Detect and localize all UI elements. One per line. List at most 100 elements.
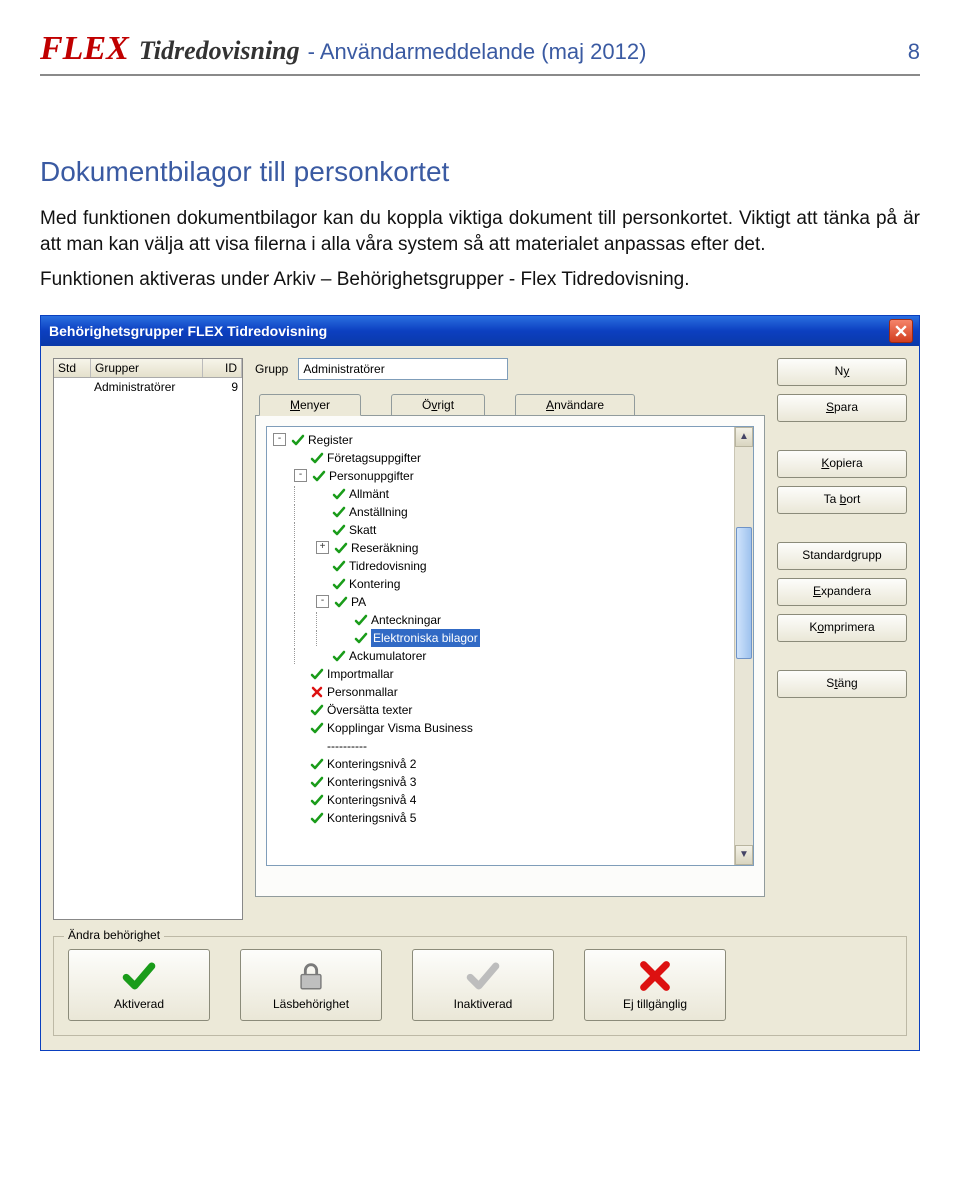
check-green-icon [310,775,324,789]
tree-label: Importmallar [327,665,394,683]
scroll-up-button[interactable]: ▲ [735,427,753,447]
tree-node[interactable]: -Register [273,431,753,449]
andra-behorighet-group: Ändra behörighet Aktiverad Läsbehörighet [53,936,907,1036]
grupp-field[interactable]: Administratörer [298,358,508,380]
inaktiverad-button[interactable]: Inaktiverad [412,949,554,1021]
tree-node[interactable]: Konteringsnivå 4 [273,791,753,809]
tree-node[interactable]: Konteringsnivå 5 [273,809,753,827]
tree-node[interactable]: Företagsuppgifter [273,449,753,467]
expander-icon[interactable]: - [273,433,286,446]
scroll-thumb[interactable] [736,527,752,659]
tree-label: Kontering [349,575,400,593]
tab-anvandare[interactable]: Användare [515,394,635,416]
window-title: Behörighetsgrupper FLEX Tidredovisning [49,323,327,339]
tree-node[interactable]: Anteckningar [273,611,753,629]
tree-label: Kopplingar Visma Business [327,719,473,737]
body-paragraph: Med funktionen dokumentbilagor kan du ko… [40,206,920,257]
tab-menyer[interactable]: Menyer [259,394,361,416]
check-green-icon [334,541,348,555]
tree-label: Anställning [349,503,408,521]
check-green-icon [310,757,324,771]
tree-node[interactable]: Ackumulatorer [273,647,753,665]
tabort-button[interactable]: Ta bort [777,486,907,514]
tree-label: Personmallar [327,683,398,701]
komprimera-button[interactable]: Komprimera [777,614,907,642]
check-green-icon [310,811,324,825]
tab-ovrigt[interactable]: Övrigt [391,394,485,416]
check-green-icon [334,595,348,609]
tree-node[interactable]: Elektroniska bilagor [273,629,753,647]
col-id[interactable]: ID [203,359,242,377]
titlebar[interactable]: Behörighetsgrupper FLEX Tidredovisning [41,316,919,346]
grupp-label: Grupp [255,362,288,376]
tree-node[interactable]: Tidredovisning [273,557,753,575]
check-green-icon [354,613,368,627]
tree-label: ---------- [327,737,367,755]
tree-node[interactable]: Importmallar [273,665,753,683]
tree-label: Konteringsnivå 2 [327,755,416,773]
aktiverad-button[interactable]: Aktiverad [68,949,210,1021]
scrollbar[interactable]: ▲ ▼ [734,427,753,865]
close-button[interactable] [889,319,913,343]
tree-label: Personuppgifter [329,467,414,485]
check-green-icon [310,451,324,465]
group-legend: Ändra behörighet [64,928,164,942]
check-green-icon [310,721,324,735]
expander-icon[interactable]: + [316,541,329,554]
tree-label: Tidredovisning [349,557,427,575]
check-green-icon [354,631,368,645]
tree-label: Skatt [349,521,376,539]
tree-label: Allmänt [349,485,389,503]
tree-label: Konteringsnivå 5 [327,809,416,827]
stang-button[interactable]: Stäng [777,670,907,698]
kopiera-button[interactable]: Kopiera [777,450,907,478]
page-number: 8 [908,39,920,65]
tree-node[interactable]: Konteringsnivå 2 [273,755,753,773]
tree-label: Översätta texter [327,701,412,719]
col-std[interactable]: Std [54,359,91,377]
groups-grid[interactable]: Std Grupper ID Administratörer 9 [53,358,243,920]
check-green-icon [312,469,326,483]
scroll-track[interactable] [735,447,753,845]
scroll-down-button[interactable]: ▼ [735,845,753,865]
tree-node[interactable]: - Personuppgifter [273,467,753,485]
header-subtitle: - Användarmeddelande (maj 2012) [308,39,647,65]
expander-icon[interactable]: - [294,469,307,482]
tree-label: PA [351,593,366,611]
check-green-icon [310,793,324,807]
lasbehorighet-button[interactable]: Läsbehörighet [240,949,382,1021]
expander-icon[interactable]: - [316,595,329,608]
logo: FLEX [40,30,129,68]
spara-button[interactable]: Spara [777,394,907,422]
tree-node[interactable]: ---------- [273,737,753,755]
permissions-tree[interactable]: -RegisterFöretagsuppgifter - Personuppgift… [267,427,753,831]
check-green-icon [122,959,156,993]
tree-node[interactable]: Översätta texter [273,701,753,719]
tabs: Menyer Övrigt Användare [255,394,765,416]
expandera-button[interactable]: Expandera [777,578,907,606]
tree-label: Anteckningar [371,611,441,629]
tree-node[interactable]: Personmallar [273,683,753,701]
tree-label: Företagsuppgifter [327,449,421,467]
standardgrupp-button[interactable]: Standardgrupp [777,542,907,570]
tree-node[interactable]: + Reseräkning [273,539,753,557]
tree-label: Ackumulatorer [349,647,426,665]
tree-node[interactable]: Allmänt [273,485,753,503]
tree-node[interactable]: - PA [273,593,753,611]
tree-label: Konteringsnivå 4 [327,791,416,809]
tree-node[interactable]: Kopplingar Visma Business [273,719,753,737]
table-row[interactable]: Administratörer 9 [54,378,242,396]
check-green-icon [332,487,346,501]
tree-label: Reseräkning [351,539,418,557]
tree-node[interactable]: Konteringsnivå 3 [273,773,753,791]
check-green-icon [332,505,346,519]
tree-node[interactable]: Kontering [273,575,753,593]
tree-node[interactable]: Anställning [273,503,753,521]
body-paragraph: Funktionen aktiveras under Arkiv – Behör… [40,267,920,293]
col-grupper[interactable]: Grupper [91,359,203,377]
ny-button[interactable]: Ny [777,358,907,386]
ejtillganglig-button[interactable]: Ej tillgänglig [584,949,726,1021]
tree-label: Konteringsnivå 3 [327,773,416,791]
check-green-icon [332,559,346,573]
tree-node[interactable]: Skatt [273,521,753,539]
